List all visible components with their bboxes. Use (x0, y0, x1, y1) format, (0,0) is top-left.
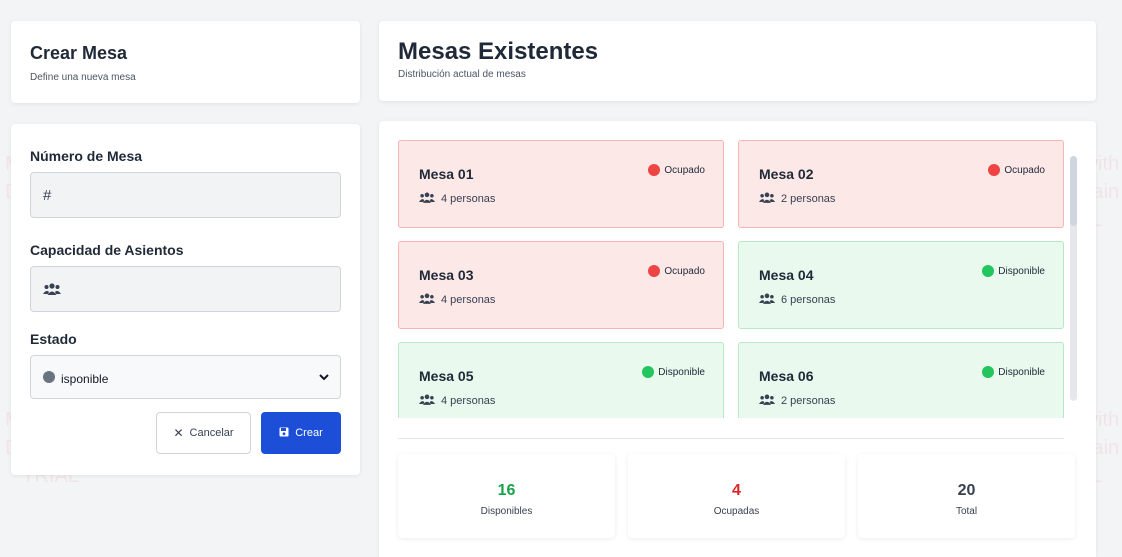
table-status-text: Disponible (658, 366, 705, 378)
table-capacity: 2 personas (759, 394, 835, 408)
cancel-button[interactable]: ✕ Cancelar (156, 412, 251, 454)
table-status-badge: Disponible (982, 366, 1045, 378)
create-table-subtitle: Define una nueva mesa (30, 72, 136, 83)
table-capacity-text: 6 personas (781, 294, 836, 306)
stat-total: 20 Total (858, 454, 1075, 538)
create-table-title: Crear Mesa (30, 43, 128, 63)
status-select[interactable]: isponible (30, 355, 341, 399)
status-dot-icon (988, 164, 1001, 176)
users-icon (419, 192, 435, 206)
create-table-header: Crear Mesa Define una nueva mesa (11, 21, 360, 103)
existing-tables-subtitle: Distribución actual de mesas (398, 69, 526, 80)
existing-tables-header: Mesas Existentes Distribución actual de … (379, 21, 1096, 101)
users-icon (419, 394, 435, 408)
status-dot-icon (982, 366, 995, 378)
save-icon (279, 427, 289, 440)
table-name: Mesa 01 (419, 166, 474, 182)
status-dot-icon (642, 366, 655, 378)
close-icon: ✕ (173, 426, 184, 440)
table-capacity: 4 personas (419, 293, 495, 307)
table-card[interactable]: Mesa 06 2 personas Disponible (738, 342, 1064, 418)
table-status-text: Disponible (998, 366, 1045, 378)
table-number-input[interactable]: # (30, 172, 341, 218)
stat-total-label: Total (955, 506, 978, 517)
chevron-down-icon (318, 370, 330, 384)
table-capacity: 2 personas (759, 192, 835, 206)
tables-panel: Mesa 01 4 personas Ocupado Mesa 02 2 persona… (379, 121, 1096, 557)
status-indicator-icon (43, 371, 55, 383)
users-icon (759, 192, 775, 206)
table-status-badge: Disponible (982, 265, 1045, 277)
table-card[interactable]: Mesa 03 4 personas Ocupado (398, 241, 724, 329)
divider (398, 438, 1064, 439)
stat-occupied: 4 Ocupadas (628, 454, 845, 538)
stat-available-label: Disponibles (480, 506, 533, 517)
table-status-badge: Ocupado (648, 164, 705, 176)
table-capacity-text: 2 personas (781, 193, 836, 205)
status-dot-icon (648, 164, 661, 176)
stat-available: 16 Disponibles (398, 454, 615, 538)
capacity-label: Capacidad de Asientos (30, 242, 184, 258)
hash-icon: # (43, 187, 52, 204)
table-name: Mesa 06 (759, 368, 814, 384)
table-card[interactable]: Mesa 04 6 personas Disponible (738, 241, 1064, 329)
table-status-text: Disponible (998, 265, 1045, 277)
table-card[interactable]: Mesa 05 4 personas Disponible (398, 342, 724, 418)
create-button-label: Crear (295, 427, 323, 439)
cancel-button-label: Cancelar (189, 427, 234, 439)
capacity-input[interactable] (30, 266, 341, 312)
scrollbar-thumb[interactable] (1070, 156, 1077, 226)
table-number-label: Número de Mesa (30, 148, 143, 164)
table-status-text: Ocupado (664, 265, 705, 277)
stat-occupied-value: 4 (732, 482, 741, 499)
table-capacity-text: 4 personas (441, 294, 496, 306)
create-table-form: Número de Mesa # Capacidad de Asientos E… (11, 124, 360, 475)
table-capacity-text: 2 personas (781, 395, 836, 407)
table-status-badge: Ocupado (648, 265, 705, 277)
table-card[interactable]: Mesa 01 4 personas Ocupado (398, 140, 724, 228)
users-icon (759, 394, 775, 408)
table-status-text: Ocupado (1004, 164, 1045, 176)
table-name: Mesa 05 (419, 368, 474, 384)
stat-total-value: 20 (957, 482, 976, 499)
table-card[interactable]: Mesa 02 2 personas Ocupado (738, 140, 1064, 228)
table-capacity: 6 personas (759, 293, 835, 307)
status-label: Estado (30, 331, 77, 347)
status-select-value: isponible (61, 372, 109, 386)
table-capacity: 4 personas (419, 192, 495, 206)
tables-scrollbar[interactable] (1070, 156, 1077, 401)
users-icon (419, 293, 435, 307)
table-capacity-text: 4 personas (441, 395, 496, 407)
users-icon (759, 293, 775, 307)
existing-tables-title: Mesas Existentes (398, 38, 599, 65)
table-name: Mesa 04 (759, 267, 814, 283)
table-capacity: 4 personas (419, 394, 495, 408)
table-status-badge: Ocupado (988, 164, 1045, 176)
stat-available-value: 16 (497, 482, 516, 499)
status-dot-icon (648, 265, 661, 277)
users-icon (43, 282, 61, 299)
create-button[interactable]: Crear (261, 412, 341, 454)
table-status-text: Ocupado (664, 164, 705, 176)
stat-occupied-label: Ocupadas (713, 506, 760, 517)
table-name: Mesa 02 (759, 166, 814, 182)
table-status-badge: Disponible (642, 366, 705, 378)
table-capacity-text: 4 personas (441, 193, 496, 205)
status-dot-icon (982, 265, 995, 277)
table-name: Mesa 03 (419, 267, 474, 283)
